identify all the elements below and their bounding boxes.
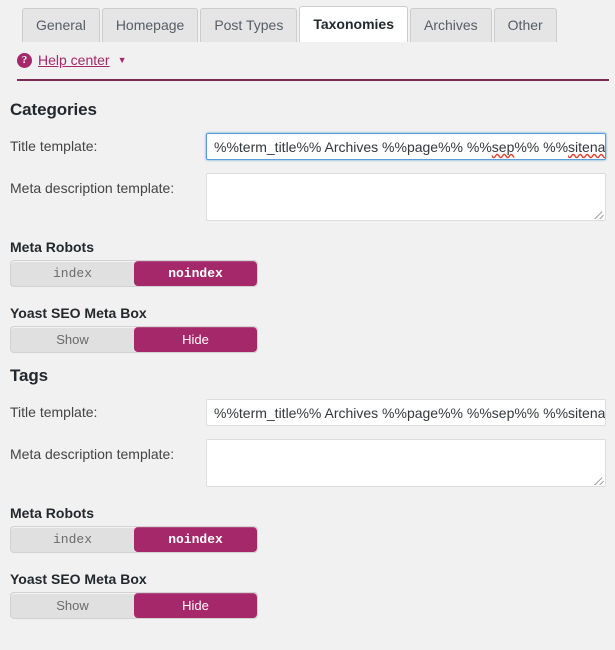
categories-meta-box-toggle[interactable]: Show Hide bbox=[10, 326, 258, 353]
tab-taxonomies[interactable]: Taxonomies bbox=[299, 6, 408, 42]
categories-meta-robots-title: Meta Robots bbox=[10, 239, 94, 255]
tab-general[interactable]: General bbox=[22, 8, 100, 42]
tags-meta-description-row: Meta description template: bbox=[8, 439, 615, 487]
toggle-option-hide[interactable]: Hide bbox=[134, 327, 257, 352]
section-title-tags: Tags bbox=[10, 366, 49, 385]
section-title-categories: Categories bbox=[10, 100, 97, 119]
tags-meta-robots-toggle[interactable]: index noindex bbox=[10, 526, 258, 553]
tags-meta-robots-title: Meta Robots bbox=[10, 505, 94, 521]
help-center-link[interactable]: Help center bbox=[38, 52, 110, 68]
taxonomies-settings-panel: Categories Title template: %%term_title%… bbox=[0, 100, 615, 619]
tags-meta-box-title: Yoast SEO Meta Box bbox=[10, 571, 147, 587]
input-text-sep: sep bbox=[491, 139, 515, 155]
tags-meta-box-toggle[interactable]: Show Hide bbox=[10, 592, 258, 619]
settings-tab-bar: General Homepage Post Types Taxonomies A… bbox=[0, 0, 615, 42]
input-text-mid: %% %% bbox=[514, 139, 569, 155]
resize-handle-icon[interactable] bbox=[594, 475, 604, 485]
question-mark-circle-icon[interactable]: ? bbox=[17, 52, 32, 68]
tags-title-template-input[interactable]: %%term_title%% Archives %%page%% %%sep%%… bbox=[206, 399, 606, 426]
categories-title-template-input[interactable]: %%term_title%% Archives %%page%% %%sep%%… bbox=[206, 133, 606, 160]
toggle-option-hide[interactable]: Hide bbox=[134, 593, 257, 618]
tab-other[interactable]: Other bbox=[493, 8, 557, 42]
categories-title-template-label: Title template: bbox=[10, 138, 98, 154]
tags-title-template-label: Title template: bbox=[10, 404, 98, 420]
resize-handle-icon[interactable] bbox=[594, 209, 604, 219]
toggle-option-show[interactable]: Show bbox=[11, 327, 134, 352]
toggle-option-show[interactable]: Show bbox=[11, 593, 134, 618]
categories-meta-box-title: Yoast SEO Meta Box bbox=[10, 305, 147, 321]
tags-meta-description-textarea[interactable] bbox=[206, 439, 606, 487]
tab-archives[interactable]: Archives bbox=[409, 8, 492, 42]
tags-meta-description-label: Meta description template: bbox=[10, 446, 175, 462]
tab-post-types[interactable]: Post Types bbox=[200, 8, 298, 42]
categories-meta-description-label: Meta description template: bbox=[10, 180, 175, 196]
toggle-option-noindex[interactable]: noindex bbox=[134, 261, 257, 286]
toggle-option-noindex[interactable]: noindex bbox=[134, 527, 257, 552]
toggle-option-index[interactable]: index bbox=[11, 261, 134, 286]
categories-meta-description-textarea[interactable] bbox=[206, 173, 606, 221]
categories-meta-robots-toggle[interactable]: index noindex bbox=[10, 260, 258, 287]
help-center-row: ? Help center ▼ bbox=[0, 42, 615, 78]
input-text-head: %%term_title%% Archives %%page%% %% bbox=[214, 139, 492, 155]
input-text-tail: sitenam bbox=[568, 139, 606, 155]
categories-title-template-row: Title template: %%term_title%% Archives … bbox=[8, 133, 615, 160]
categories-meta-description-row: Meta description template: bbox=[8, 173, 615, 221]
tab-homepage[interactable]: Homepage bbox=[101, 8, 199, 42]
header-divider bbox=[17, 79, 609, 81]
chevron-down-icon[interactable]: ▼ bbox=[118, 55, 127, 65]
toggle-option-index[interactable]: index bbox=[11, 527, 134, 552]
input-text-head: %%term_title%% Archives %%page%% %%sep%%… bbox=[214, 405, 606, 421]
tags-title-template-row: Title template: %%term_title%% Archives … bbox=[8, 399, 615, 426]
